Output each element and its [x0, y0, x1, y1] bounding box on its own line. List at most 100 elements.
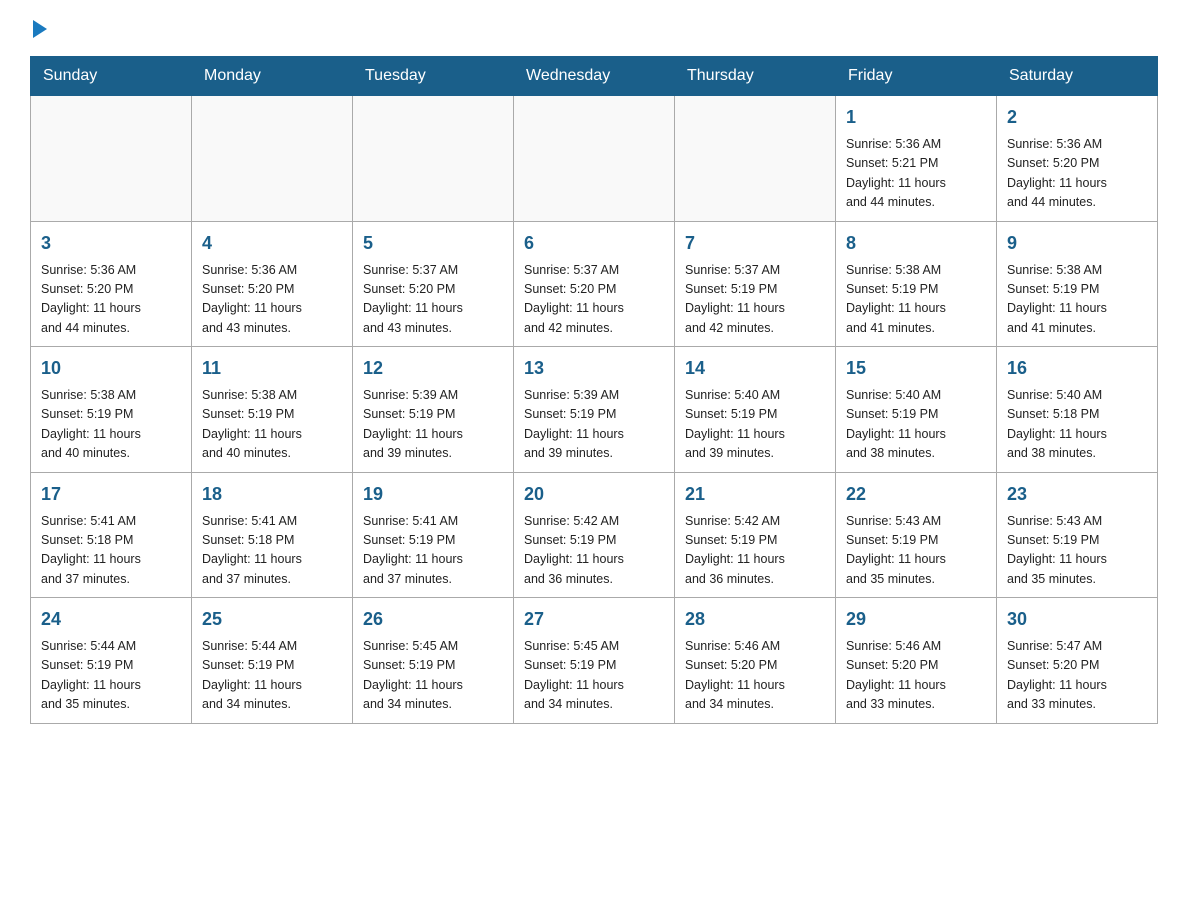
calendar-cell: 5 Sunrise: 5:37 AM Sunset: 5:20 PM Daylig… — [353, 221, 514, 347]
week-row-1: 1 Sunrise: 5:36 AM Sunset: 5:21 PM Daylig… — [31, 96, 1158, 222]
calendar-cell: 12 Sunrise: 5:39 AM Sunset: 5:19 PM Dayli… — [353, 347, 514, 473]
day-number: 16 — [1007, 355, 1147, 382]
day-info: Sunrise: 5:46 AM Sunset: 5:20 PM Dayligh… — [846, 637, 986, 715]
calendar-cell: 18 Sunrise: 5:41 AM Sunset: 5:18 PM Dayli… — [192, 472, 353, 598]
day-number: 13 — [524, 355, 664, 382]
logo — [30, 20, 47, 38]
weekday-header-row: SundayMondayTuesdayWednesdayThursdayFrid… — [31, 57, 1158, 96]
day-info: Sunrise: 5:37 AM Sunset: 5:19 PM Dayligh… — [685, 261, 825, 339]
day-number: 5 — [363, 230, 503, 257]
day-number: 11 — [202, 355, 342, 382]
day-info: Sunrise: 5:45 AM Sunset: 5:19 PM Dayligh… — [524, 637, 664, 715]
calendar-cell — [675, 96, 836, 222]
day-number: 4 — [202, 230, 342, 257]
day-info: Sunrise: 5:46 AM Sunset: 5:20 PM Dayligh… — [685, 637, 825, 715]
day-info: Sunrise: 5:37 AM Sunset: 5:20 PM Dayligh… — [524, 261, 664, 339]
calendar-cell: 22 Sunrise: 5:43 AM Sunset: 5:19 PM Dayli… — [836, 472, 997, 598]
calendar-table: SundayMondayTuesdayWednesdayThursdayFrid… — [30, 56, 1158, 724]
day-number: 28 — [685, 606, 825, 633]
day-info: Sunrise: 5:41 AM Sunset: 5:19 PM Dayligh… — [363, 512, 503, 590]
calendar-cell: 20 Sunrise: 5:42 AM Sunset: 5:19 PM Dayli… — [514, 472, 675, 598]
calendar-cell: 21 Sunrise: 5:42 AM Sunset: 5:19 PM Dayli… — [675, 472, 836, 598]
calendar-cell: 28 Sunrise: 5:46 AM Sunset: 5:20 PM Dayli… — [675, 598, 836, 724]
day-info: Sunrise: 5:44 AM Sunset: 5:19 PM Dayligh… — [41, 637, 181, 715]
day-info: Sunrise: 5:38 AM Sunset: 5:19 PM Dayligh… — [846, 261, 986, 339]
calendar-cell: 19 Sunrise: 5:41 AM Sunset: 5:19 PM Dayli… — [353, 472, 514, 598]
calendar-cell: 16 Sunrise: 5:40 AM Sunset: 5:18 PM Dayli… — [997, 347, 1158, 473]
calendar-cell: 14Sunrise: 5:40 AM Sunset: 5:19 PM Dayli… — [675, 347, 836, 473]
day-info: Sunrise: 5:47 AM Sunset: 5:20 PM Dayligh… — [1007, 637, 1147, 715]
week-row-2: 3 Sunrise: 5:36 AM Sunset: 5:20 PM Daylig… — [31, 221, 1158, 347]
day-info: Sunrise: 5:36 AM Sunset: 5:20 PM Dayligh… — [1007, 135, 1147, 213]
day-number: 23 — [1007, 481, 1147, 508]
weekday-header-tuesday: Tuesday — [353, 57, 514, 96]
day-number: 17 — [41, 481, 181, 508]
calendar-cell — [31, 96, 192, 222]
day-number: 8 — [846, 230, 986, 257]
calendar-cell: 3 Sunrise: 5:36 AM Sunset: 5:20 PM Daylig… — [31, 221, 192, 347]
day-info: Sunrise: 5:42 AM Sunset: 5:19 PM Dayligh… — [524, 512, 664, 590]
day-info: Sunrise: 5:36 AM Sunset: 5:20 PM Dayligh… — [202, 261, 342, 339]
day-info: Sunrise: 5:40 AM Sunset: 5:19 PM Dayligh… — [846, 386, 986, 464]
day-number: 18 — [202, 481, 342, 508]
week-row-4: 17 Sunrise: 5:41 AM Sunset: 5:18 PM Dayli… — [31, 472, 1158, 598]
logo-line1 — [30, 20, 47, 38]
calendar-cell: 17 Sunrise: 5:41 AM Sunset: 5:18 PM Dayli… — [31, 472, 192, 598]
day-number: 20 — [524, 481, 664, 508]
week-row-5: 24 Sunrise: 5:44 AM Sunset: 5:19 PM Dayli… — [31, 598, 1158, 724]
day-number: 10 — [41, 355, 181, 382]
day-info: Sunrise: 5:38 AM Sunset: 5:19 PM Dayligh… — [202, 386, 342, 464]
day-info: Sunrise: 5:40 AM Sunset: 5:18 PM Dayligh… — [1007, 386, 1147, 464]
calendar-cell: 11 Sunrise: 5:38 AM Sunset: 5:19 PM Dayli… — [192, 347, 353, 473]
calendar-cell: 2 Sunrise: 5:36 AM Sunset: 5:20 PM Daylig… — [997, 96, 1158, 222]
day-number: 7 — [685, 230, 825, 257]
calendar-cell: 13Sunrise: 5:39 AM Sunset: 5:19 PM Dayli… — [514, 347, 675, 473]
day-info: Sunrise: 5:43 AM Sunset: 5:19 PM Dayligh… — [846, 512, 986, 590]
calendar-cell: 10 Sunrise: 5:38 AM Sunset: 5:19 PM Dayli… — [31, 347, 192, 473]
day-info: Sunrise: 5:36 AM Sunset: 5:20 PM Dayligh… — [41, 261, 181, 339]
day-number: 3 — [41, 230, 181, 257]
day-number: 14 — [685, 355, 825, 382]
calendar-cell: 24 Sunrise: 5:44 AM Sunset: 5:19 PM Dayli… — [31, 598, 192, 724]
calendar-cell: 23 Sunrise: 5:43 AM Sunset: 5:19 PM Dayli… — [997, 472, 1158, 598]
day-info: Sunrise: 5:43 AM Sunset: 5:19 PM Dayligh… — [1007, 512, 1147, 590]
day-number: 24 — [41, 606, 181, 633]
calendar-cell: 15 Sunrise: 5:40 AM Sunset: 5:19 PM Dayli… — [836, 347, 997, 473]
day-number: 22 — [846, 481, 986, 508]
day-info: Sunrise: 5:37 AM Sunset: 5:20 PM Dayligh… — [363, 261, 503, 339]
day-number: 26 — [363, 606, 503, 633]
day-number: 12 — [363, 355, 503, 382]
day-info: Sunrise: 5:42 AM Sunset: 5:19 PM Dayligh… — [685, 512, 825, 590]
day-info: Sunrise: 5:44 AM Sunset: 5:19 PM Dayligh… — [202, 637, 342, 715]
calendar-cell: 9Sunrise: 5:38 AM Sunset: 5:19 PM Daylig… — [997, 221, 1158, 347]
day-number: 15 — [846, 355, 986, 382]
calendar-cell: 8 Sunrise: 5:38 AM Sunset: 5:19 PM Daylig… — [836, 221, 997, 347]
weekday-header-monday: Monday — [192, 57, 353, 96]
weekday-header-sunday: Sunday — [31, 57, 192, 96]
day-number: 21 — [685, 481, 825, 508]
day-info: Sunrise: 5:39 AM Sunset: 5:19 PM Dayligh… — [363, 386, 503, 464]
day-number: 2 — [1007, 104, 1147, 131]
day-number: 19 — [363, 481, 503, 508]
weekday-header-saturday: Saturday — [997, 57, 1158, 96]
day-info: Sunrise: 5:38 AM Sunset: 5:19 PM Dayligh… — [41, 386, 181, 464]
day-info: Sunrise: 5:36 AM Sunset: 5:21 PM Dayligh… — [846, 135, 986, 213]
day-info: Sunrise: 5:41 AM Sunset: 5:18 PM Dayligh… — [41, 512, 181, 590]
calendar-cell: 7 Sunrise: 5:37 AM Sunset: 5:19 PM Daylig… — [675, 221, 836, 347]
day-number: 30 — [1007, 606, 1147, 633]
calendar-cell: 4 Sunrise: 5:36 AM Sunset: 5:20 PM Daylig… — [192, 221, 353, 347]
day-info: Sunrise: 5:41 AM Sunset: 5:18 PM Dayligh… — [202, 512, 342, 590]
week-row-3: 10 Sunrise: 5:38 AM Sunset: 5:19 PM Dayli… — [31, 347, 1158, 473]
weekday-header-wednesday: Wednesday — [514, 57, 675, 96]
weekday-header-friday: Friday — [836, 57, 997, 96]
day-info: Sunrise: 5:45 AM Sunset: 5:19 PM Dayligh… — [363, 637, 503, 715]
weekday-header-thursday: Thursday — [675, 57, 836, 96]
day-number: 1 — [846, 104, 986, 131]
calendar-cell: 26 Sunrise: 5:45 AM Sunset: 5:19 PM Dayli… — [353, 598, 514, 724]
day-number: 9 — [1007, 230, 1147, 257]
calendar-cell: 25 Sunrise: 5:44 AM Sunset: 5:19 PM Dayli… — [192, 598, 353, 724]
day-number: 25 — [202, 606, 342, 633]
page-header — [30, 20, 1158, 38]
calendar-cell — [192, 96, 353, 222]
calendar-cell: 27Sunrise: 5:45 AM Sunset: 5:19 PM Dayli… — [514, 598, 675, 724]
